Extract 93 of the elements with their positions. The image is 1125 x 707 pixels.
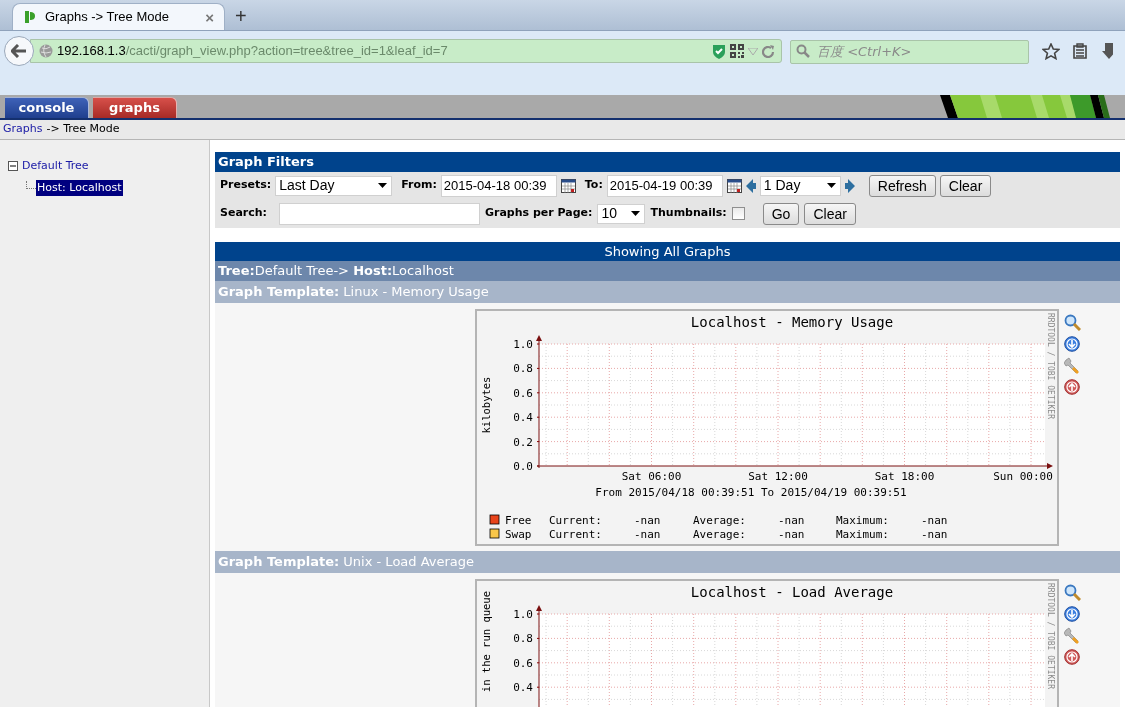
close-tab-button[interactable]: × bbox=[205, 9, 214, 25]
caret-icon bbox=[631, 211, 641, 216]
legend-stat: Maximum: bbox=[836, 527, 889, 541]
date-field[interactable]: 2015-04-19 00:39 bbox=[606, 174, 723, 197]
field-label: Search: bbox=[220, 205, 267, 222]
tick-label: Sat 06:00 bbox=[621, 469, 682, 483]
nav-tab[interactable]: graphs bbox=[93, 97, 177, 118]
axis-label: kilobytes bbox=[480, 376, 492, 433]
clear-button[interactable]: Clear bbox=[804, 202, 856, 225]
tick-label: 1.0 bbox=[513, 337, 533, 351]
arrow-up-circle-icon[interactable] bbox=[1064, 378, 1080, 395]
nav-tab[interactable]: console bbox=[5, 97, 89, 118]
caret-icon bbox=[378, 183, 388, 188]
zoom-icon[interactable] bbox=[1064, 583, 1081, 601]
back-arrow-icon bbox=[11, 44, 27, 58]
legend-label: Free bbox=[505, 513, 532, 527]
field-label: Thumbnails: bbox=[650, 205, 727, 222]
reading-list-icon[interactable] bbox=[1072, 43, 1088, 59]
tick-label: 0.6 bbox=[513, 656, 533, 670]
legend-stat: Average: bbox=[693, 513, 746, 527]
search-field[interactable]: 百度 <Ctrl+K> bbox=[790, 39, 1029, 64]
template-header: Graph Template: Linux - Memory Usage bbox=[215, 280, 1120, 303]
legend-stat: -nan bbox=[921, 513, 948, 527]
field-label: Presets: bbox=[220, 177, 272, 194]
time-range: From 2015/04/18 00:39:51 To 2015/04/19 00:39:51 bbox=[595, 485, 907, 499]
legend-stat: -nan bbox=[778, 513, 805, 527]
date-field[interactable]: 2015-04-18 00:39 bbox=[440, 174, 557, 197]
legend-stat: Current: bbox=[549, 513, 602, 527]
legend-stat: Average: bbox=[693, 527, 746, 541]
caret-icon bbox=[826, 183, 836, 188]
field-label: From: bbox=[401, 177, 437, 194]
download-icon[interactable] bbox=[1102, 43, 1113, 59]
legend-stat: -nan bbox=[634, 527, 661, 541]
go-button[interactable]: Go bbox=[762, 202, 800, 225]
reload-icon[interactable] bbox=[762, 44, 775, 58]
tree-path: Tree:Default Tree-> Host:Localhost bbox=[215, 261, 1120, 281]
arrow-down-circle-icon[interactable] bbox=[1064, 335, 1080, 352]
browser-tab[interactable]: Graphs -> Tree Mode × bbox=[12, 3, 225, 30]
credit-text: RRDTOOL / TOBI OETIKER bbox=[1046, 312, 1055, 419]
field-label: Graphs per Page: bbox=[485, 205, 593, 222]
tick-label: 0.6 bbox=[513, 386, 533, 400]
bookmark-star-icon[interactable] bbox=[1042, 42, 1060, 60]
section-header: Showing All Graphs bbox=[215, 241, 1120, 261]
legend-stat: -nan bbox=[778, 527, 805, 541]
arrow-down-circle-icon[interactable] bbox=[1064, 605, 1080, 622]
tick-label: 1.0 bbox=[513, 607, 533, 621]
address-field[interactable]: 192.168.1.3/cacti/graph_view.php?action=tree&tree_id=1&leaf_id=7 bbox=[30, 39, 782, 63]
breadcrumb-text: -> Tree Mode bbox=[46, 121, 120, 138]
calendar-icon[interactable] bbox=[560, 178, 576, 193]
axis-label: in the run queue bbox=[480, 590, 492, 692]
legend-stat: -nan bbox=[634, 513, 661, 527]
legend-stat: -nan bbox=[921, 527, 948, 541]
tick-label: 0.2 bbox=[513, 435, 533, 449]
search-icon bbox=[796, 44, 810, 58]
tick-label: 0.8 bbox=[513, 361, 533, 375]
template-header: Graph Template: Unix - Load Average bbox=[215, 550, 1120, 573]
field-label: To: bbox=[584, 177, 603, 194]
tick-label: 0.4 bbox=[513, 680, 533, 694]
tick-label: 0.8 bbox=[513, 631, 533, 645]
refresh-button[interactable]: Refresh bbox=[868, 174, 936, 197]
collapse-icon[interactable] bbox=[8, 160, 19, 172]
arrow-left-icon[interactable] bbox=[745, 178, 756, 193]
tick-label: 0.4 bbox=[513, 410, 533, 424]
timespan-dropdown[interactable]: 1 Day bbox=[759, 175, 841, 196]
calendar-icon[interactable] bbox=[726, 178, 742, 193]
tick-label: Sat 12:00 bbox=[748, 469, 808, 483]
chart-title: Localhost - Load Average bbox=[690, 583, 894, 600]
chart-title: Localhost - Memory Usage bbox=[690, 313, 894, 330]
tree-item[interactable]: Default Tree bbox=[21, 158, 90, 175]
new-tab-button[interactable]: + bbox=[235, 6, 247, 26]
zoom-icon[interactable] bbox=[1064, 313, 1081, 331]
preset-dropdown[interactable]: Last Day bbox=[275, 175, 393, 196]
tick-label: Sun 00:00 bbox=[993, 469, 1053, 483]
breadcrumb-link[interactable]: Graphs bbox=[3, 121, 43, 138]
legend-stat: Current: bbox=[549, 527, 602, 541]
globe-icon bbox=[39, 44, 53, 58]
back-button[interactable] bbox=[4, 36, 34, 66]
shield-icon bbox=[712, 43, 726, 59]
qr-code-icon[interactable] bbox=[730, 44, 744, 58]
legend-label: Swap bbox=[505, 527, 532, 541]
per-page-dropdown[interactable]: 10 bbox=[597, 203, 646, 224]
panel-header: Graph Filters bbox=[215, 152, 1120, 172]
legend-stat: Maximum: bbox=[836, 513, 889, 527]
arrow-up-circle-icon[interactable] bbox=[1064, 648, 1080, 665]
search-input[interactable] bbox=[279, 202, 480, 225]
tree-item[interactable]: Host: Localhost bbox=[36, 179, 123, 196]
arrow-right-icon[interactable] bbox=[844, 178, 855, 193]
tick-label: 0.0 bbox=[513, 459, 533, 473]
thumbnails-checkbox[interactable] bbox=[731, 207, 745, 220]
tick-label: Sat 18:00 bbox=[874, 469, 935, 483]
clear-button[interactable]: Clear bbox=[939, 174, 992, 197]
tab-title: Graphs -> Tree Mode bbox=[45, 8, 169, 27]
credit-text: RRDTOOL / TOBI OETIKER bbox=[1046, 582, 1055, 689]
